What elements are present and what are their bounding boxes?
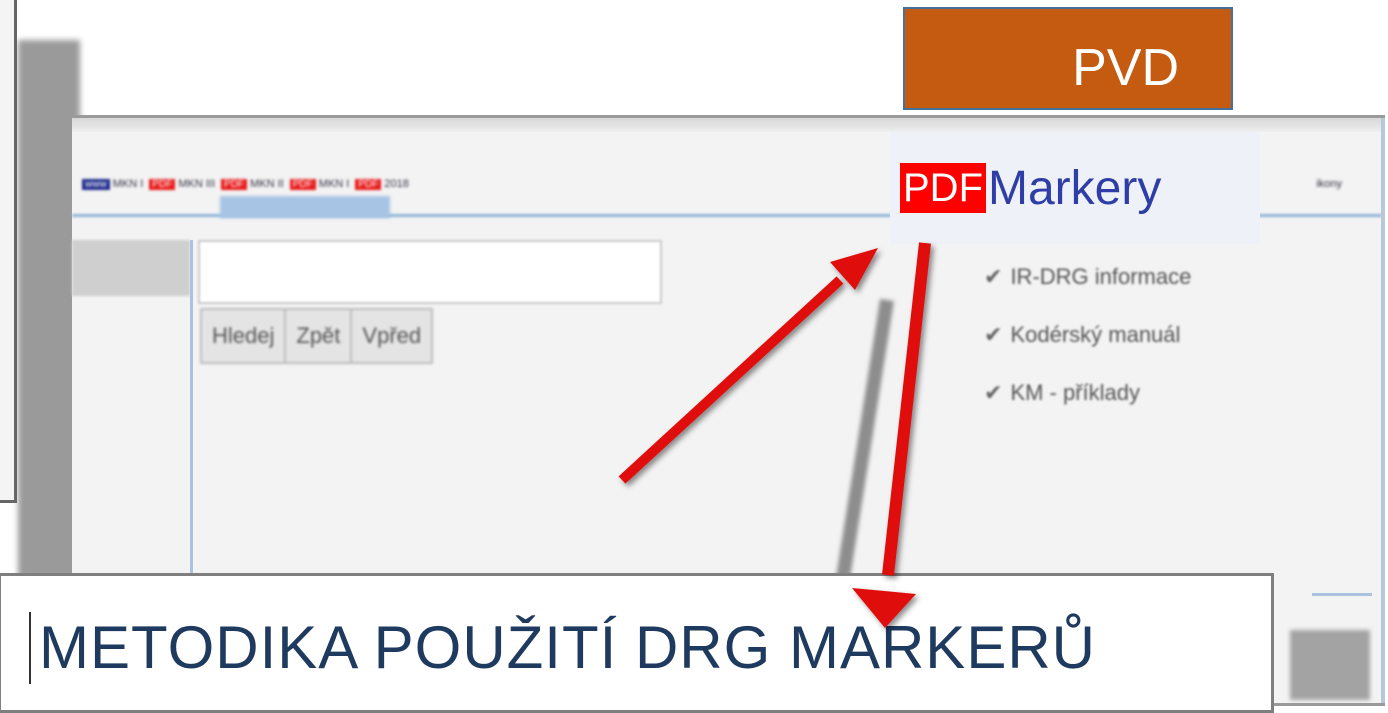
active-tab[interactable] [220,196,390,218]
checkbox-list: ✔ IR-DRG informace ✔ Kodérský manuál ✔ KM -… [984,248,1191,422]
title-box: METODIKA POUŽITÍ DRG MARKERŮ [0,573,1274,713]
nav-item-1[interactable]: PDF MKN III [149,178,215,190]
check-icon: ✔ [984,380,1003,405]
search-button[interactable]: Hledej [200,308,287,364]
checkbox-km-examples[interactable]: ✔ KM - příklady [984,364,1191,422]
pdf-badge: PDF [900,163,986,213]
check-icon: ✔ [984,322,1003,347]
nav-tail[interactable]: ikony [1316,178,1342,190]
checkbox-coder-manual[interactable]: ✔ Kodérský manuál [984,306,1191,364]
button-row: Hledej Zpět Vpřed [200,308,434,364]
forward-button[interactable]: Vpřed [350,308,434,364]
nav-item-0[interactable]: www MKN I [82,178,143,190]
nav-item-4[interactable]: PDF 2018 [355,178,409,190]
check-icon: ✔ [984,264,1003,289]
pvd-badge: PVD [903,7,1233,110]
search-input[interactable] [198,240,662,304]
window-right-border [1341,118,1385,703]
page-title: METODIKA POUŽITÍ DRG MARKERŮ [29,612,1096,684]
markery-label: Markery [988,161,1162,215]
left-grey-bar [72,240,190,296]
markery-link[interactable]: PDF Markery [890,132,1260,244]
back-button[interactable]: Zpět [284,308,353,364]
grey-block [1290,630,1370,700]
checkbox-ir-drg[interactable]: ✔ IR-DRG informace [984,248,1191,306]
background-panel [0,0,17,503]
window-top-band [72,118,1382,132]
nav-item-3[interactable]: PDF MKN I [289,178,349,190]
nav-item-2[interactable]: PDF MKN II [221,178,284,190]
